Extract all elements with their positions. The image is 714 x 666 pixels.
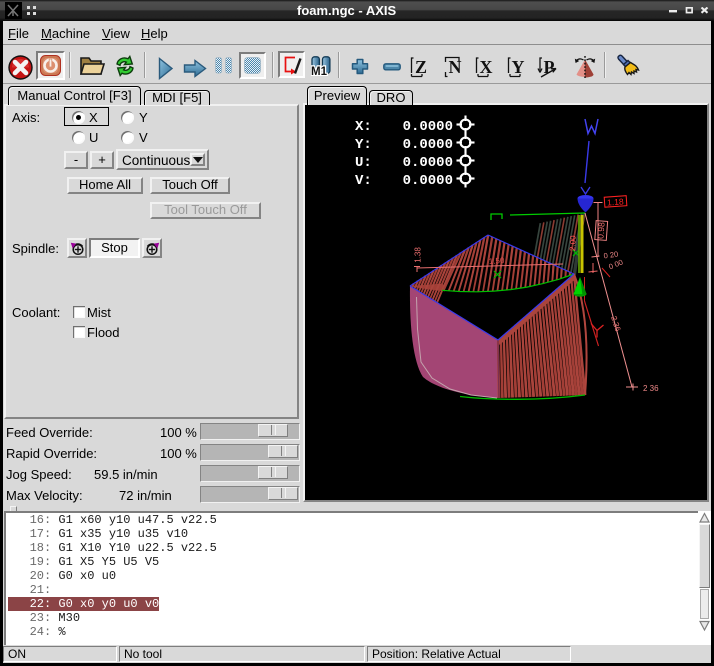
svg-text:0.0000: 0.0000 — [403, 173, 453, 189]
svg-text:0.0000: 0.0000 — [403, 137, 453, 153]
svg-text:1.50: 1.50 — [489, 256, 506, 266]
svg-text:0.0000: 0.0000 — [403, 119, 453, 135]
svg-text:1.18: 1.18 — [607, 196, 624, 207]
svg-text:0.98: 0.98 — [595, 222, 606, 239]
svg-text:Y: Y — [512, 57, 525, 77]
svg-text:0.0000: 0.0000 — [403, 155, 453, 171]
svg-text:U:: U: — [355, 155, 372, 171]
svg-text:Z: Z — [415, 57, 427, 77]
svg-text:2.36: 2.36 — [609, 315, 623, 333]
svg-text:Y:: Y: — [355, 137, 372, 153]
svg-text:V:: V: — [355, 173, 372, 189]
svg-text:1.38: 1.38 — [414, 247, 423, 263]
svg-text:M1: M1 — [311, 66, 328, 76]
svg-text:X: X — [480, 57, 493, 77]
svg-text:2 36: 2 36 — [643, 384, 659, 393]
svg-text:X:: X: — [355, 119, 372, 135]
svg-text:2.00: 2.00 — [568, 235, 578, 251]
